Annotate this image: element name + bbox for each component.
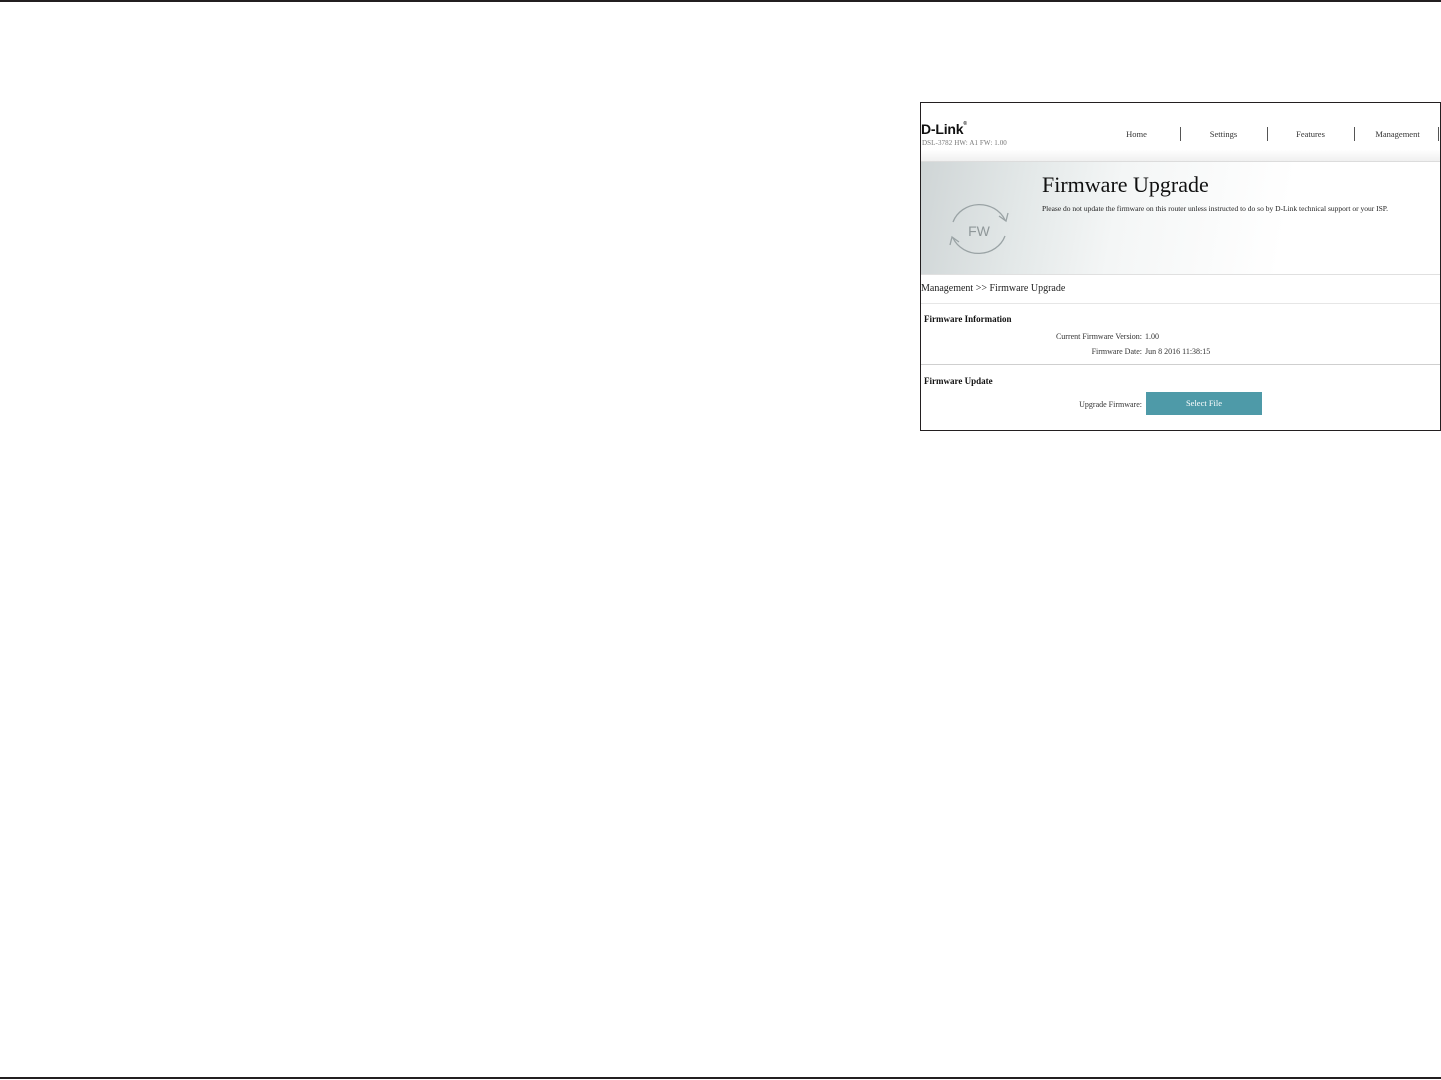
divider [921,364,1440,365]
firmware-refresh-icon: FW [949,203,1009,255]
nav-features[interactable]: Features [1267,127,1354,141]
model-info: DSL-3782 HW: A1 FW: 1.00 [922,139,1007,147]
nav-divider [1267,127,1268,141]
current-version-label: Current Firmware Version: [1055,332,1142,341]
nav-divider [1438,127,1439,141]
header: D-Link® DSL-3782 HW: A1 FW: 1.00 Home Se… [921,103,1440,162]
page-top-rule [0,0,1441,2]
upgrade-firmware-label: Upgrade Firmware: [1079,400,1142,409]
page-description: Please do not update the firmware on thi… [1042,204,1388,213]
page-bottom-rule [0,1077,1441,1079]
select-file-button[interactable]: Select File [1146,392,1262,415]
firmware-update-title: Firmware Update [924,376,993,386]
firmware-date-label: Firmware Date: [1091,347,1142,356]
nav-management[interactable]: Management [1354,127,1440,141]
current-version-value: 1.00 [1145,332,1159,341]
page-banner: FW Firmware Upgrade Please do not update… [921,162,1440,275]
nav-home[interactable]: Home [1093,127,1180,141]
fw-icon-label: FW [968,223,991,239]
firmware-info-title: Firmware Information [924,314,1012,324]
nav-divider [1354,127,1355,141]
dlink-logo: D-Link® [921,121,967,137]
router-ui-screenshot: D-Link® DSL-3782 HW: A1 FW: 1.00 Home Se… [920,102,1441,431]
breadcrumb: Management >> Firmware Upgrade [921,283,1066,294]
page-title: Firmware Upgrade [1042,172,1209,197]
divider [921,303,1440,304]
nav-divider [1180,127,1181,141]
firmware-date-value: Jun 8 2016 11:38:15 [1145,347,1211,356]
nav-settings[interactable]: Settings [1180,127,1267,141]
